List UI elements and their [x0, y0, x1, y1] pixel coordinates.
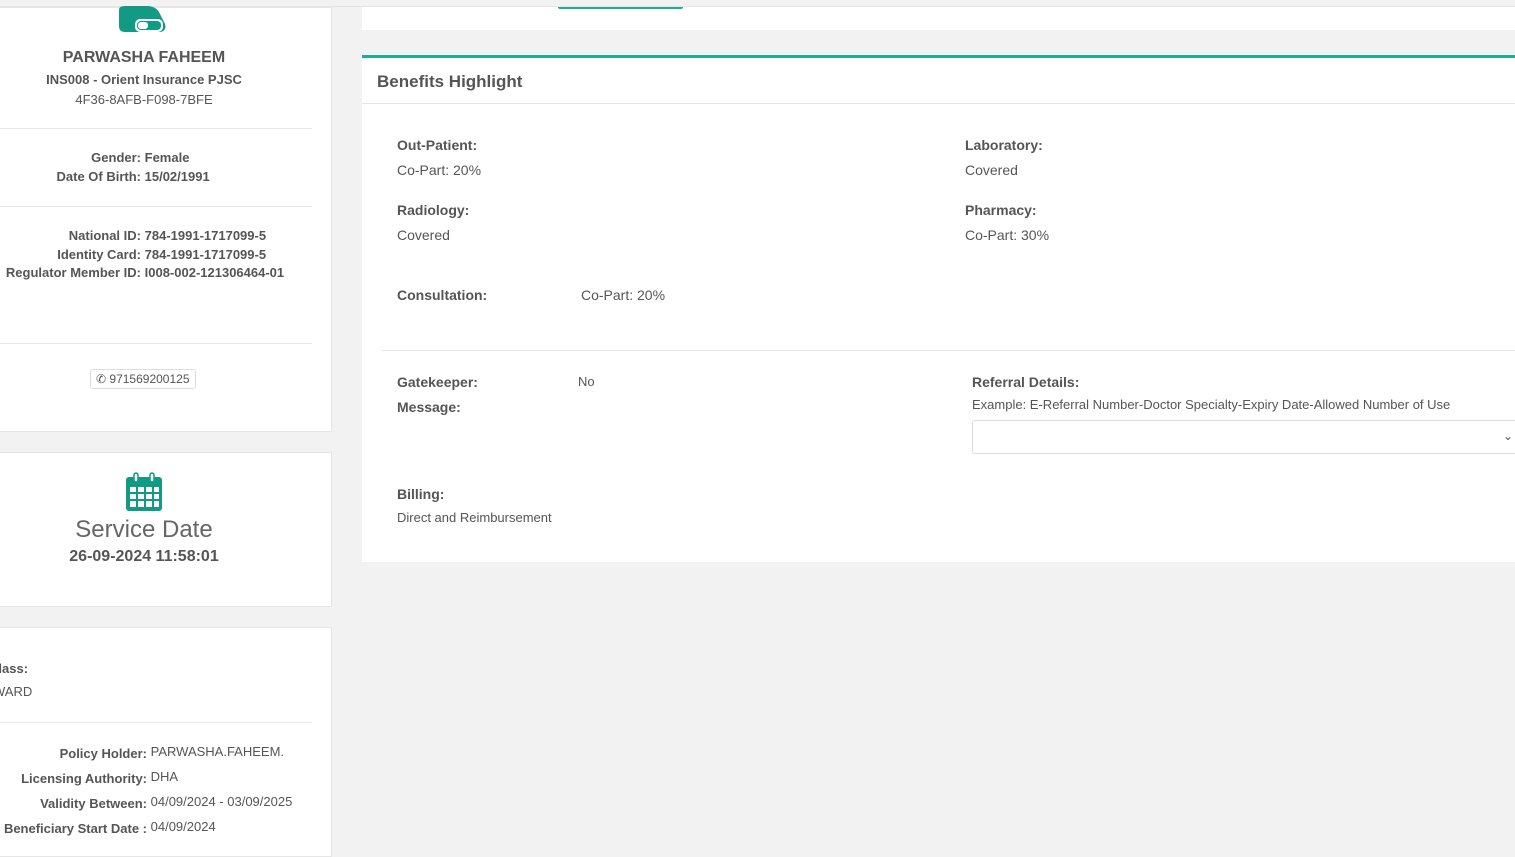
pharmacy-value: Co-Part: 30% — [965, 227, 1050, 243]
insurance-card-icon — [119, 6, 166, 32]
validity-label: Validity Between: — [40, 796, 147, 811]
validity-value: 04/09/2024 - 03/09/2025 — [150, 794, 293, 809]
active-tab-indicator[interactable] — [558, 7, 683, 9]
message-label: Message: — [397, 399, 461, 415]
divider — [382, 350, 1515, 351]
billing-label: Billing: — [397, 486, 445, 502]
class-value: WARD — [0, 684, 33, 699]
pharmacy-label: Pharmacy: — [965, 202, 1037, 218]
gender-value: Female — [144, 150, 190, 165]
class-label: Class: — [0, 661, 29, 676]
referral-label: Referral Details: — [972, 374, 1080, 390]
licensing-authority-label: Licensing Authority: — [21, 771, 147, 786]
policy-holder-value: PARWASHA.FAHEEM. — [150, 744, 285, 759]
regulator-id-value: I008-002-121306464-01 — [144, 265, 285, 280]
beneficiary-start-value: 04/09/2024 — [150, 819, 216, 834]
divider — [0, 128, 312, 129]
calendar-icon — [126, 472, 162, 511]
consultation-value: Co-Part: 20% — [581, 287, 666, 303]
national-id-value: 784-1991-1717099-5 — [144, 228, 267, 243]
identity-card-value: 784-1991-1717099-5 — [144, 247, 267, 262]
dob-value: 15/02/1991 — [144, 169, 210, 184]
insurer-name: INS008 - Orient Insurance PJSC — [46, 72, 242, 87]
chevron-down-icon: ⌄ — [1502, 429, 1513, 443]
referral-select[interactable]: ⌄ — [972, 420, 1515, 454]
divider — [0, 343, 312, 344]
dob-label: Date Of Birth: — [56, 169, 142, 184]
identity-card-label: Identity Card: — [57, 247, 141, 262]
service-date-title: Service Date — [75, 516, 213, 543]
regulator-id-label: Regulator Member ID: — [5, 265, 141, 280]
member-name: PARWASHA FAHEEM — [62, 49, 226, 66]
divider — [362, 103, 1515, 104]
billing-value: Direct and Reimbursement — [397, 510, 552, 525]
national-id-label: National ID: — [68, 228, 141, 243]
laboratory-label: Laboratory: — [965, 137, 1043, 153]
licensing-authority-value: DHA — [150, 769, 179, 784]
phone-button[interactable]: ✆ 971569200125 — [90, 369, 196, 389]
card-number: 4F36-8AFB-F098-7BFE — [75, 92, 213, 107]
gatekeeper-value: No — [578, 374, 595, 389]
phone-number: 971569200125 — [109, 372, 190, 386]
gatekeeper-label: Gatekeeper: — [397, 374, 478, 390]
benefits-highlight-panel: Benefits Highlight Out-Patient: Co-Part:… — [362, 55, 1515, 562]
benefits-title: Benefits Highlight — [377, 72, 523, 91]
member-card: PARWASHA FAHEEM INS008 - Orient Insuranc… — [0, 6, 332, 432]
service-date-card: Service Date 26-09-2024 11:58:01 — [0, 452, 332, 607]
divider — [0, 722, 312, 723]
outpatient-label: Out-Patient: — [397, 137, 478, 153]
consultation-label: Consultation: — [397, 287, 488, 303]
radiology-label: Radiology: — [397, 202, 470, 218]
policy-card: Class: WARD Policy Holder: PARWASHA.FAHE… — [0, 627, 332, 857]
policy-holder-label: Policy Holder: — [59, 746, 147, 761]
service-date-value: 26-09-2024 11:58:01 — [69, 548, 219, 565]
gender-label: Gender: — [91, 150, 141, 165]
outpatient-value: Co-Part: 20% — [397, 162, 482, 178]
tabs-panel — [362, 7, 1515, 30]
referral-hint: Example: E-Referral Number-Doctor Specia… — [972, 397, 1451, 412]
radiology-value: Covered — [397, 227, 450, 243]
divider — [0, 206, 312, 207]
top-bar — [0, 0, 1515, 7]
beneficiary-start-label: Beneficiary Start Date : — [3, 821, 147, 836]
laboratory-value: Covered — [965, 162, 1018, 178]
phone-icon: ✆ — [96, 372, 107, 386]
